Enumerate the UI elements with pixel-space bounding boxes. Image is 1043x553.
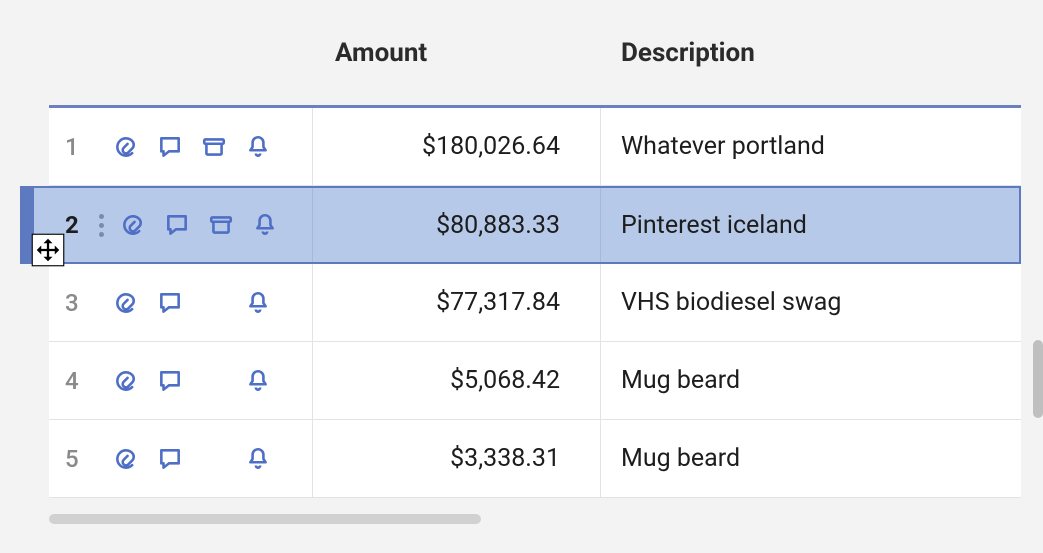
column-header-amount[interactable]: Amount (313, 0, 601, 105)
cell-amount[interactable]: $5,068.42 (313, 342, 601, 419)
row-number: 1 (65, 133, 91, 161)
cell-description[interactable]: Mug beard (601, 420, 1021, 497)
table-row[interactable]: 3 $77,317.84 VHS biodiesel swag (49, 264, 1021, 342)
row-gutter: 2 (49, 188, 313, 262)
archive-icon[interactable] (201, 134, 227, 160)
row-number: 2 (65, 211, 91, 239)
cell-description[interactable]: Mug beard (601, 342, 1021, 419)
row-number: 3 (65, 289, 91, 317)
attachment-icon[interactable] (113, 290, 139, 316)
comment-icon[interactable] (157, 290, 183, 316)
table-row[interactable]: 4 $5,068.42 Mug beard (49, 342, 1021, 420)
row-menu-icon[interactable] (99, 214, 104, 237)
archive-icon[interactable] (208, 212, 234, 238)
data-table: Amount Description 1 $180,026.64 Whateve… (49, 0, 1021, 498)
reminder-icon[interactable] (245, 134, 271, 160)
row-gutter: 4 (49, 342, 313, 419)
comment-icon[interactable] (164, 212, 190, 238)
reminder-icon[interactable] (245, 446, 271, 472)
comment-icon[interactable] (157, 446, 183, 472)
reminder-icon[interactable] (252, 212, 278, 238)
cell-amount[interactable]: $3,338.31 (313, 420, 601, 497)
comment-icon[interactable] (157, 368, 183, 394)
row-number: 4 (65, 367, 91, 395)
table-row[interactable]: 5 $3,338.31 Mug beard (49, 420, 1021, 498)
reminder-icon[interactable] (245, 290, 271, 316)
cell-amount[interactable]: $77,317.84 (313, 264, 601, 341)
header-gutter (49, 0, 313, 105)
vertical-scrollbar[interactable] (1033, 340, 1043, 418)
cell-amount[interactable]: $80,883.33 (313, 188, 601, 262)
cell-description[interactable]: Pinterest iceland (601, 188, 1019, 262)
row-gutter: 5 (49, 420, 313, 497)
attachment-icon[interactable] (113, 368, 139, 394)
row-gutter: 3 (49, 264, 313, 341)
table-row[interactable]: 1 $180,026.64 Whatever portland (49, 108, 1021, 186)
attachment-icon[interactable] (120, 212, 146, 238)
attachment-icon[interactable] (113, 134, 139, 160)
column-header-description[interactable]: Description (601, 0, 1021, 105)
cell-amount[interactable]: $180,026.64 (313, 108, 601, 185)
cell-description[interactable]: Whatever portland (601, 108, 1021, 185)
table-header-row: Amount Description (49, 0, 1021, 108)
horizontal-scrollbar[interactable] (49, 514, 481, 524)
attachment-icon[interactable] (113, 446, 139, 472)
table-row[interactable]: 2 $80,883.33 Pinterest iceland (20, 186, 1021, 264)
row-gutter: 1 (49, 108, 313, 185)
comment-icon[interactable] (157, 134, 183, 160)
reminder-icon[interactable] (245, 368, 271, 394)
row-number: 5 (65, 445, 91, 473)
cell-description[interactable]: VHS biodiesel swag (601, 264, 1021, 341)
